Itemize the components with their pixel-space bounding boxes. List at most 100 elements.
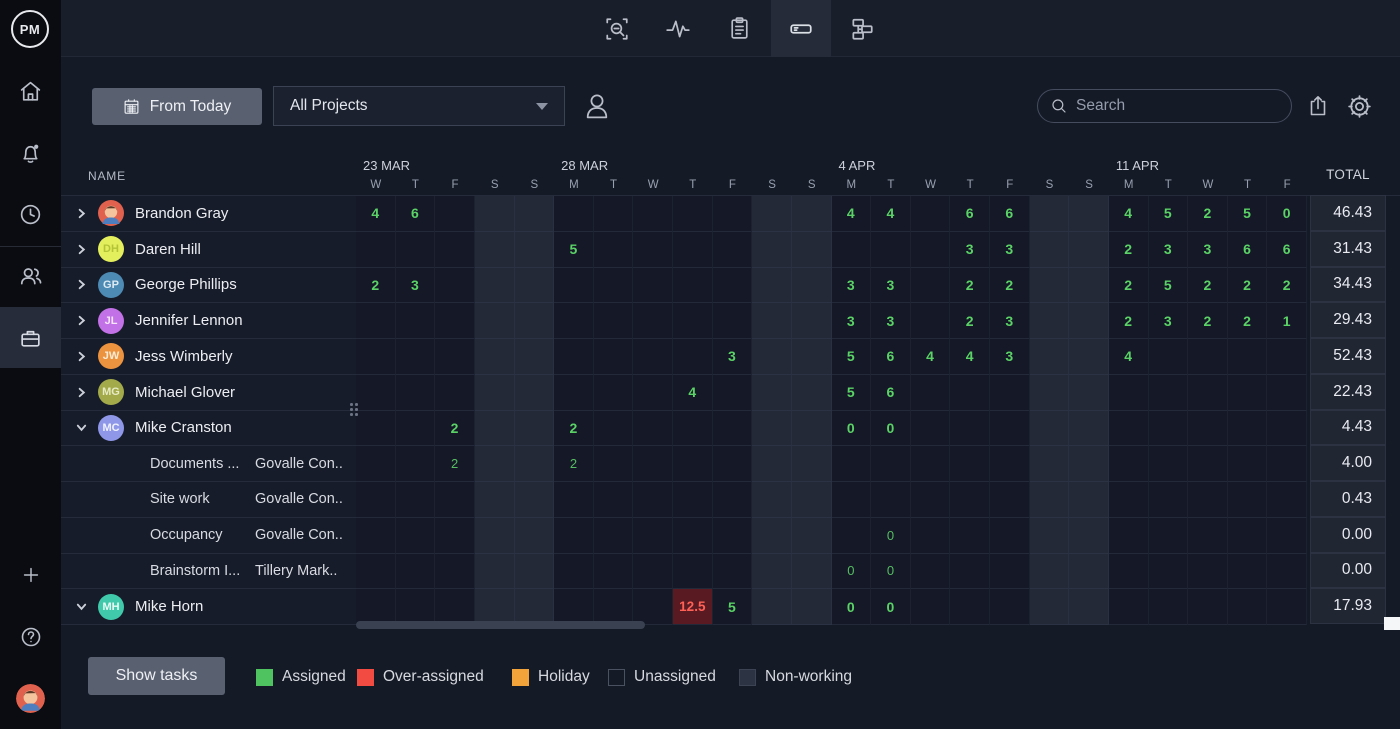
allocation-cell[interactable]: 2 xyxy=(356,268,396,304)
allocation-cell[interactable] xyxy=(633,268,673,304)
allocation-cell[interactable] xyxy=(515,518,555,554)
allocation-cell[interactable] xyxy=(435,375,475,411)
allocation-cell[interactable] xyxy=(792,411,832,447)
allocation-cell[interactable]: 3 xyxy=(871,303,911,339)
allocation-cell[interactable]: 4 xyxy=(356,196,396,232)
allocation-cell[interactable] xyxy=(475,518,515,554)
allocation-cell[interactable] xyxy=(792,482,832,518)
allocation-cell[interactable] xyxy=(1228,375,1268,411)
allocation-cell[interactable] xyxy=(554,375,594,411)
allocation-cell[interactable] xyxy=(1109,589,1149,625)
allocation-cell[interactable] xyxy=(475,339,515,375)
allocation-cell[interactable]: 2 xyxy=(1109,268,1149,304)
allocation-cell[interactable] xyxy=(554,554,594,590)
allocation-cell[interactable]: 0 xyxy=(832,411,872,447)
allocation-cell[interactable] xyxy=(435,339,475,375)
allocation-cell[interactable] xyxy=(396,375,436,411)
allocation-cell[interactable] xyxy=(633,232,673,268)
allocation-cell[interactable]: 4 xyxy=(673,375,713,411)
allocation-cell[interactable] xyxy=(752,518,792,554)
allocation-cell[interactable] xyxy=(1228,554,1268,590)
allocation-cell[interactable]: 0 xyxy=(871,518,911,554)
allocation-cell[interactable] xyxy=(594,554,634,590)
allocation-cell[interactable]: 0 xyxy=(871,589,911,625)
allocation-cell[interactable] xyxy=(594,589,634,625)
allocation-cell[interactable]: 2 xyxy=(1109,303,1149,339)
allocation-cell[interactable] xyxy=(1109,554,1149,590)
allocation-cell[interactable]: 5 xyxy=(1149,196,1189,232)
allocation-cell[interactable] xyxy=(792,518,832,554)
allocation-cell[interactable] xyxy=(1188,518,1228,554)
allocation-cell[interactable] xyxy=(673,196,713,232)
allocation-cell[interactable] xyxy=(792,375,832,411)
allocation-cell[interactable] xyxy=(594,339,634,375)
allocation-cell[interactable] xyxy=(554,303,594,339)
allocation-cell[interactable] xyxy=(594,518,634,554)
allocation-cell[interactable] xyxy=(1149,446,1189,482)
allocation-cell[interactable] xyxy=(594,268,634,304)
allocation-cell[interactable] xyxy=(752,232,792,268)
allocation-cell[interactable] xyxy=(1109,482,1149,518)
allocation-cell[interactable] xyxy=(832,232,872,268)
allocation-cell[interactable] xyxy=(356,411,396,447)
allocation-cell[interactable] xyxy=(475,446,515,482)
allocation-cell[interactable] xyxy=(911,446,951,482)
allocation-cell[interactable]: 4 xyxy=(950,339,990,375)
allocation-cell[interactable] xyxy=(594,446,634,482)
allocation-cell[interactable] xyxy=(1069,268,1109,304)
person-name-cell[interactable]: MHMike Horn xyxy=(61,589,356,625)
notifications-bell-icon[interactable] xyxy=(0,130,61,176)
allocation-cell[interactable] xyxy=(713,268,753,304)
allocation-cell[interactable] xyxy=(673,303,713,339)
allocation-cell[interactable] xyxy=(396,518,436,554)
allocation-cell[interactable] xyxy=(990,446,1030,482)
allocation-cell[interactable] xyxy=(792,589,832,625)
search-box[interactable] xyxy=(1037,89,1292,123)
allocation-cell[interactable] xyxy=(633,339,673,375)
allocation-cell[interactable] xyxy=(752,375,792,411)
allocation-cell[interactable]: 0 xyxy=(832,554,872,590)
allocation-cell[interactable] xyxy=(475,554,515,590)
allocation-cell[interactable] xyxy=(1228,589,1268,625)
allocation-cell[interactable]: 6 xyxy=(871,339,911,375)
allocation-cell[interactable] xyxy=(1267,446,1307,482)
clipboard-icon[interactable] xyxy=(709,0,769,57)
allocation-cell[interactable] xyxy=(594,303,634,339)
allocation-cell[interactable] xyxy=(1069,303,1109,339)
allocation-cell[interactable] xyxy=(792,339,832,375)
task-name-cell[interactable]: Brainstorm I...Tillery Mark.. xyxy=(61,554,356,590)
allocation-cell[interactable] xyxy=(633,518,673,554)
allocation-cell[interactable] xyxy=(1188,339,1228,375)
allocation-cell[interactable] xyxy=(1267,411,1307,447)
activity-icon[interactable] xyxy=(648,0,708,57)
export-icon[interactable] xyxy=(1301,91,1335,121)
allocation-cell[interactable] xyxy=(990,482,1030,518)
allocation-cell[interactable] xyxy=(1030,446,1070,482)
allocation-cell[interactable] xyxy=(713,303,753,339)
allocation-cell[interactable] xyxy=(792,446,832,482)
allocation-cell[interactable] xyxy=(990,375,1030,411)
chevron-right-icon[interactable] xyxy=(75,278,88,291)
allocation-cell[interactable] xyxy=(1069,518,1109,554)
allocation-cell[interactable] xyxy=(713,554,753,590)
allocation-cell[interactable] xyxy=(832,482,872,518)
allocation-cell[interactable] xyxy=(673,232,713,268)
allocation-cell[interactable] xyxy=(1030,554,1070,590)
allocation-cell[interactable]: 3 xyxy=(713,339,753,375)
user-avatar[interactable] xyxy=(16,684,45,713)
allocation-cell[interactable]: 2 xyxy=(950,268,990,304)
home-icon[interactable] xyxy=(0,68,61,114)
allocation-cell[interactable] xyxy=(713,232,753,268)
help-icon[interactable] xyxy=(0,614,61,660)
allocation-cell[interactable] xyxy=(356,518,396,554)
allocation-cell[interactable] xyxy=(515,268,555,304)
allocation-cell[interactable] xyxy=(752,303,792,339)
allocation-cell[interactable] xyxy=(356,554,396,590)
allocation-cell[interactable] xyxy=(396,303,436,339)
allocation-cell[interactable] xyxy=(1267,518,1307,554)
allocation-cell[interactable] xyxy=(1109,375,1149,411)
allocation-cell[interactable] xyxy=(633,375,673,411)
allocation-cell[interactable] xyxy=(1228,339,1268,375)
allocation-cell[interactable]: 6 xyxy=(871,375,911,411)
allocation-cell[interactable] xyxy=(554,589,594,625)
